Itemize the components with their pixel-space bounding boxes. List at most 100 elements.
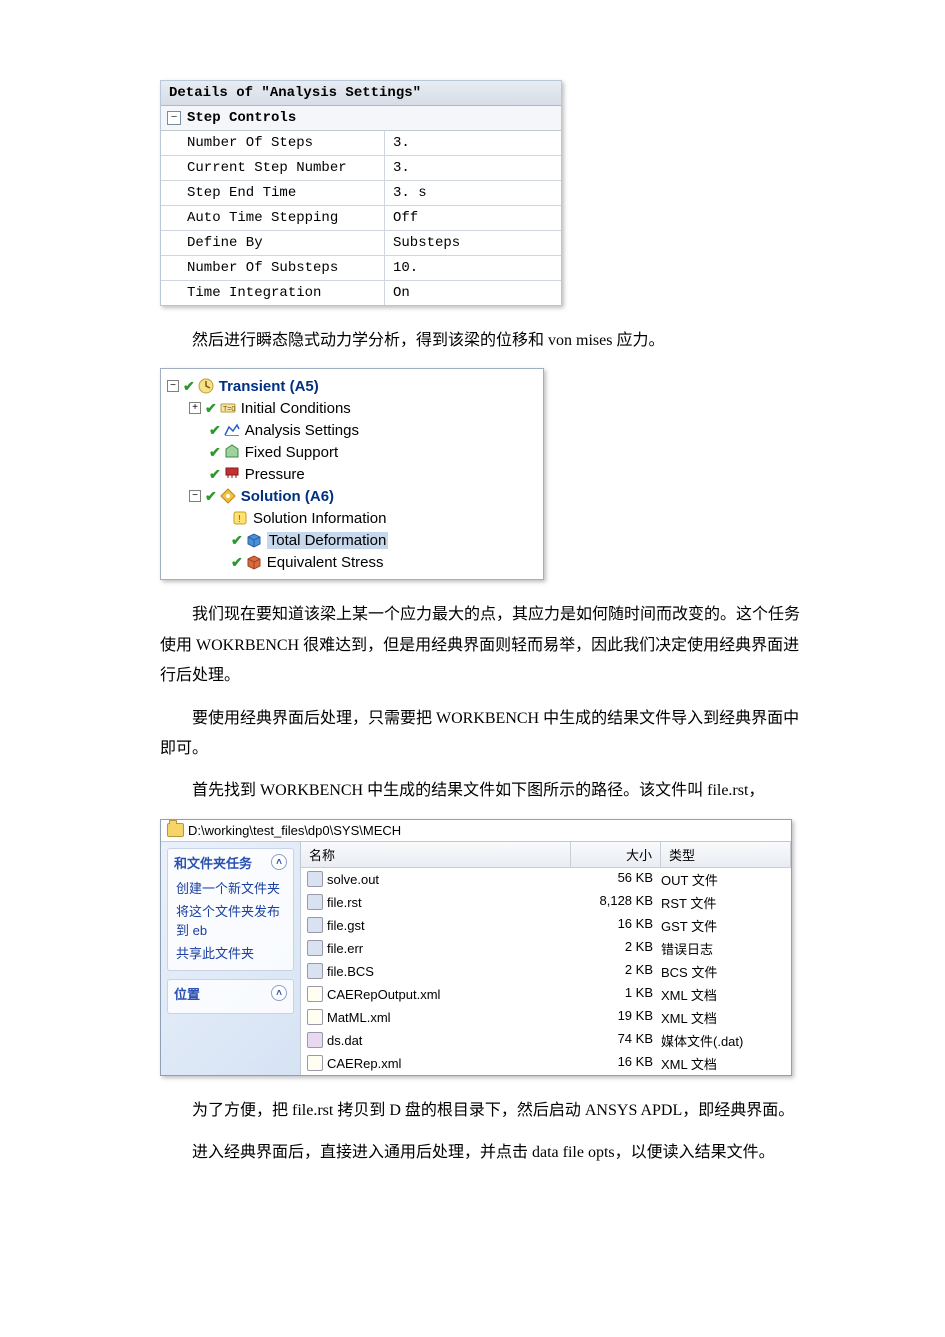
file-name: file.err: [327, 941, 363, 956]
details-value[interactable]: 10.: [385, 256, 561, 280]
paragraph: 进入经典界面后，直接进入通用后处理，并点击 data file opts，以便读…: [160, 1138, 805, 1168]
column-headers[interactable]: 名称 大小 类型: [301, 842, 791, 868]
details-row[interactable]: Current Step Number 3.: [161, 156, 561, 181]
address-bar[interactable]: D:\working\test_files\dp0\SYS\MECH: [161, 820, 791, 842]
paragraph: 首先找到 WORKBENCH 中生成的结果文件如下图所示的路径。该文件叫 fil…: [160, 776, 805, 806]
col-type[interactable]: 类型: [661, 842, 791, 867]
file-type: XML 文档: [661, 985, 791, 1004]
step-controls-header[interactable]: − Step Controls: [161, 106, 561, 131]
details-row[interactable]: Number Of Substeps 10.: [161, 256, 561, 281]
sidebar-group-tasks: 和文件夹任务 ˄ 创建一个新文件夹 将这个文件夹发布到 eb 共享此文件夹: [167, 848, 294, 971]
tree-label: Initial Conditions: [241, 400, 351, 417]
check-icon: ✔: [183, 378, 195, 395]
sidebar-link[interactable]: 将这个文件夹发布到 eb: [168, 899, 293, 941]
file-size: 19 KB: [563, 1008, 661, 1027]
file-row[interactable]: file.BCS 2 KB BCS 文件: [301, 960, 791, 983]
file-row[interactable]: CAERepOutput.xml 1 KB XML 文档: [301, 983, 791, 1006]
sidebar-link[interactable]: 共享此文件夹: [168, 941, 293, 964]
file-type: XML 文档: [661, 1008, 791, 1027]
tree-panel: − ✔ Transient (A5) + ✔ T=0 Initial Condi…: [160, 368, 544, 580]
collapse-icon[interactable]: −: [189, 490, 201, 502]
tree-item-equivalent-stress[interactable]: ✔ Equivalent Stress: [167, 551, 537, 573]
file-name: file.rst: [327, 895, 362, 910]
file-type: RST 文件: [661, 893, 791, 912]
check-icon: ✔: [209, 422, 221, 439]
details-row[interactable]: Time Integration On: [161, 281, 561, 305]
tree-item-solution[interactable]: − ✔ Solution (A6): [167, 485, 537, 507]
tree-label: Fixed Support: [245, 444, 338, 461]
chevron-up-icon[interactable]: ˄: [271, 985, 287, 1001]
file-name: file.gst: [327, 918, 365, 933]
file-icon: [307, 1032, 323, 1048]
tree-item-fixed-support[interactable]: ✔ Fixed Support: [167, 441, 537, 463]
details-label: Define By: [161, 231, 385, 255]
result-cube-icon: [245, 553, 263, 571]
file-name: file.BCS: [327, 964, 374, 979]
file-row[interactable]: file.gst 16 KB GST 文件: [301, 914, 791, 937]
file-explorer: D:\working\test_files\dp0\SYS\MECH 和文件夹任…: [160, 819, 792, 1076]
tree-label: Equivalent Stress: [267, 554, 384, 571]
paragraph: 我们现在要知道该梁上某一个应力最大的点，其应力是如何随时间而改变的。这个任务使用…: [160, 600, 805, 691]
sidebar-link[interactable]: 创建一个新文件夹: [168, 876, 293, 899]
expand-icon[interactable]: +: [189, 402, 201, 414]
details-row[interactable]: Define By Substeps: [161, 231, 561, 256]
file-name: CAERep.xml: [327, 1056, 401, 1071]
sidebar-group-header: 和文件夹任务: [174, 853, 252, 872]
details-label: Number Of Steps: [161, 131, 385, 155]
tree-item-pressure[interactable]: ✔ Pressure: [167, 463, 537, 485]
details-value[interactable]: Substeps: [385, 231, 561, 255]
details-value[interactable]: 3. s: [385, 181, 561, 205]
tree-item-initial-conditions[interactable]: + ✔ T=0 Initial Conditions: [167, 397, 537, 419]
file-row[interactable]: ds.dat 74 KB 媒体文件(.dat): [301, 1029, 791, 1052]
details-label: Current Step Number: [161, 156, 385, 180]
tree-item-analysis-settings[interactable]: ✔ Analysis Settings: [167, 419, 537, 441]
folder-icon: [167, 823, 184, 837]
pressure-icon: [223, 465, 241, 483]
file-row[interactable]: file.rst 8,128 KB RST 文件: [301, 891, 791, 914]
file-row[interactable]: file.err 2 KB 错误日志: [301, 937, 791, 960]
check-icon: ✔: [205, 488, 217, 505]
details-row[interactable]: Number Of Steps 3.: [161, 131, 561, 156]
chevron-up-icon[interactable]: ˄: [271, 854, 287, 870]
details-label: Number Of Substeps: [161, 256, 385, 280]
initial-conditions-icon: T=0: [219, 399, 237, 417]
file-name: MatML.xml: [327, 1010, 391, 1025]
collapse-icon[interactable]: −: [167, 380, 179, 392]
file-type: BCS 文件: [661, 962, 791, 981]
file-row[interactable]: solve.out 56 KB OUT 文件: [301, 868, 791, 891]
col-name[interactable]: 名称: [301, 842, 571, 867]
collapse-icon[interactable]: −: [167, 111, 181, 125]
paragraph: 为了方便，把 file.rst 拷贝到 D 盘的根目录下，然后启动 ANSYS …: [160, 1096, 805, 1126]
details-value[interactable]: Off: [385, 206, 561, 230]
file-size: 74 KB: [563, 1031, 661, 1050]
details-row[interactable]: Step End Time 3. s: [161, 181, 561, 206]
svg-text:!: !: [238, 514, 241, 525]
file-row[interactable]: CAERep.xml 16 KB XML 文档: [301, 1052, 791, 1075]
file-icon: [307, 917, 323, 933]
tree-item-transient[interactable]: − ✔ Transient (A5): [167, 375, 537, 397]
file-list: 名称 大小 类型 solve.out 56 KB OUT 文件 file.rst…: [301, 842, 791, 1075]
file-size: 8,128 KB: [563, 893, 661, 912]
details-value[interactable]: On: [385, 281, 561, 305]
details-panel: Details of "Analysis Settings" − Step Co…: [160, 80, 562, 306]
file-icon: [307, 963, 323, 979]
file-name: ds.dat: [327, 1033, 362, 1048]
paragraph: 然后进行瞬态隐式动力学分析，得到该梁的位移和 von mises 应力。: [160, 326, 805, 356]
tree-item-total-deformation[interactable]: ✔ Total Deformation: [167, 529, 537, 551]
tree-item-solution-information[interactable]: ! Solution Information: [167, 507, 537, 529]
details-row[interactable]: Auto Time Stepping Off: [161, 206, 561, 231]
address-path: D:\working\test_files\dp0\SYS\MECH: [188, 823, 401, 838]
file-row[interactable]: MatML.xml 19 KB XML 文档: [301, 1006, 791, 1029]
file-size: 16 KB: [563, 916, 661, 935]
file-name: solve.out: [327, 872, 379, 887]
sidebar-group-header: 位置: [174, 984, 200, 1003]
details-value[interactable]: 3.: [385, 156, 561, 180]
file-type: 错误日志: [661, 939, 791, 958]
paragraph: 要使用经典界面后处理，只需要把 WORKBENCH 中生成的结果文件导入到经典界…: [160, 704, 805, 765]
explorer-sidebar: 和文件夹任务 ˄ 创建一个新文件夹 将这个文件夹发布到 eb 共享此文件夹 位置…: [161, 842, 301, 1075]
details-label: Auto Time Stepping: [161, 206, 385, 230]
details-value[interactable]: 3.: [385, 131, 561, 155]
tree-label: Analysis Settings: [245, 422, 359, 439]
col-size[interactable]: 大小: [571, 842, 661, 867]
file-icon: [307, 940, 323, 956]
